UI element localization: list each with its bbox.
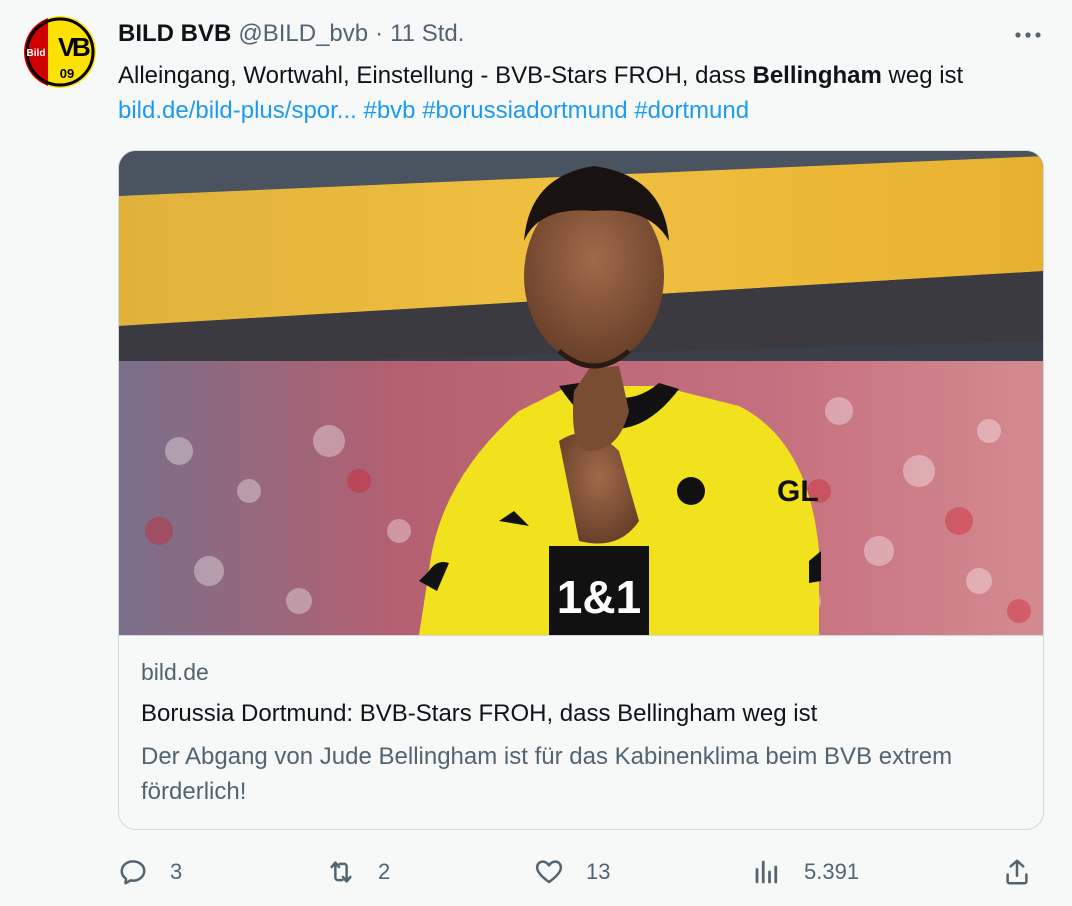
action-bar: 3 2 13 5.391 — [118, 848, 1044, 896]
reply-button[interactable]: 3 — [118, 848, 182, 896]
card-description: Der Abgang von Jude Bellingham ist für d… — [141, 743, 953, 805]
author-name[interactable]: BILD BVB — [118, 20, 231, 48]
reply-icon — [120, 860, 146, 885]
more-icon — [1015, 32, 1041, 38]
player-photo[interactable]: 1&1 GL — [119, 151, 1044, 635]
heart-icon — [535, 860, 563, 884]
tweet-link[interactable]: bild.de/bild-plus/spor... — [118, 97, 357, 124]
tweet-text-part2: weg ist — [881, 62, 964, 89]
share-icon — [1006, 859, 1028, 885]
shirt-partial-text: GL — [777, 475, 819, 508]
more-button[interactable] — [1008, 20, 1048, 50]
like-button[interactable]: 13 — [534, 848, 610, 896]
card-title: Borussia Dortmund: BVB-Stars FROH, dass … — [141, 700, 818, 727]
logo-b-text: B — [72, 32, 91, 62]
retweet-count: 2 — [378, 859, 391, 884]
logo-year-text: 09 — [60, 66, 74, 81]
author-handle[interactable]: @BILD_bvb — [238, 20, 368, 48]
like-count: 13 — [586, 859, 611, 884]
hashtag-bvb[interactable]: #bvb — [363, 97, 415, 124]
shirt-sponsor-text: 1&1 — [557, 571, 641, 623]
views-button[interactable]: 5.391 — [752, 848, 859, 896]
link-card[interactable]: 1&1 GL bild.de Borussia Dortmund: BVB-St… — [118, 150, 1044, 830]
bild-bvb-logo-icon: Bild V B 09 — [24, 16, 96, 88]
hashtag-borussiadortmund[interactable]: #borussiadortmund — [422, 97, 627, 124]
retweet-button[interactable]: 2 — [326, 848, 390, 896]
tweet-header: BILD BVB @BILD_bvb · 11 Std. — [118, 16, 464, 52]
logo-bild-text: Bild — [27, 48, 46, 59]
views-icon — [755, 860, 778, 884]
avatar[interactable]: Bild V B 09 — [24, 16, 96, 88]
hashtag-dortmund[interactable]: #dortmund — [634, 97, 749, 124]
separator-dot: · — [375, 20, 384, 47]
tweet-text: Alleingang, Wortwahl, Einstellung - BVB-… — [118, 58, 1028, 128]
card-domain: bild.de — [141, 659, 209, 685]
reply-count: 3 — [170, 859, 183, 884]
share-button[interactable] — [1002, 848, 1032, 896]
tweet-text-part1: Alleingang, Wortwahl, Einstellung - BVB-… — [118, 62, 753, 89]
tweet-timestamp[interactable]: 11 Std. — [390, 20, 464, 48]
views-count: 5.391 — [804, 859, 860, 884]
tweet-text-bold: Bellingham — [752, 62, 882, 89]
retweet-icon — [330, 861, 352, 883]
card-image-divider — [119, 635, 1043, 636]
